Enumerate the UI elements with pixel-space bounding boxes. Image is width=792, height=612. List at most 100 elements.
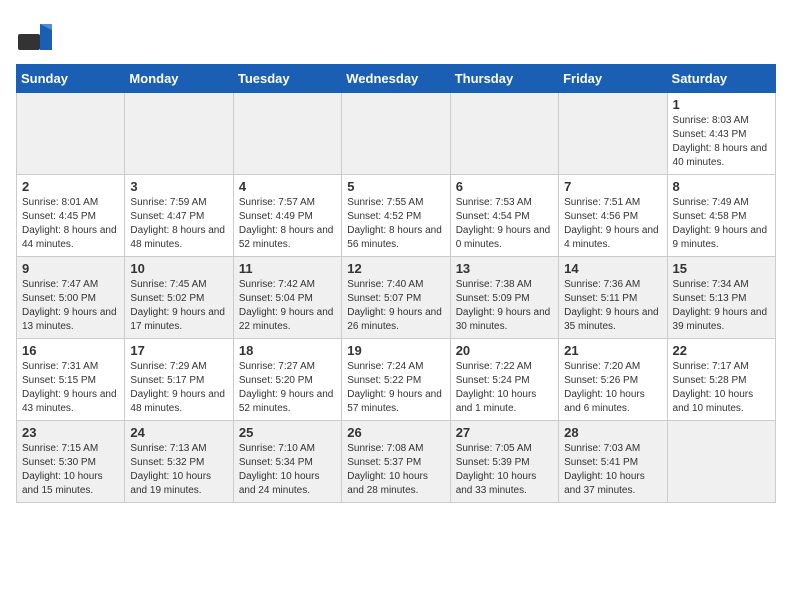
calendar-header-friday: Friday [559, 65, 667, 93]
day-info: Sunrise: 7:36 AM Sunset: 5:11 PM Dayligh… [564, 278, 661, 334]
calendar-cell: 28Sunrise: 7:03 AM Sunset: 5:41 PM Dayli… [559, 421, 667, 503]
calendar-cell: 10 Sunrise: 7:45 AM Sunset: 5:02 PM Dayli… [125, 257, 233, 339]
day-info: Sunrise: 7:15 AM Sunset: 5:30 PM Dayligh… [22, 442, 119, 498]
calendar-cell: 6 Sunrise: 7:53 AM Sunset: 4:54 PM Daylig… [450, 175, 558, 257]
day-number: 14 [564, 261, 661, 276]
calendar-cell: 11 Sunrise: 7:42 AM Sunset: 5:04 PM Dayli… [233, 257, 341, 339]
day-info: Sunrise: 7:55 AM Sunset: 4:52 PM Dayligh… [347, 196, 444, 252]
calendar-cell: 24 Sunrise: 7:13 AM Sunset: 5:32 PM Dayli… [125, 421, 233, 503]
calendar-header-tuesday: Tuesday [233, 65, 341, 93]
calendar-header-sunday: Sunday [17, 65, 125, 93]
day-info: Sunrise: 7:59 AM Sunset: 4:47 PM Dayligh… [130, 196, 227, 252]
calendar-table: SundayMondayTuesdayWednesdayThursdayFrid… [16, 64, 776, 503]
day-info: Sunrise: 7:17 AM Sunset: 5:28 PM Dayligh… [673, 360, 770, 416]
day-info: Sunrise: 7:53 AM Sunset: 4:54 PM Dayligh… [456, 196, 553, 252]
calendar-header-thursday: Thursday [450, 65, 558, 93]
day-info: Sunrise: 7:10 AM Sunset: 5:34 PM Dayligh… [239, 442, 336, 498]
day-number: 19 [347, 343, 444, 358]
calendar-cell [667, 421, 775, 503]
day-info: Sunrise: 7:47 AM Sunset: 5:00 PM Dayligh… [22, 278, 119, 334]
day-info: Sunrise: 7:08 AM Sunset: 5:37 PM Dayligh… [347, 442, 444, 498]
calendar-cell: 21 Sunrise: 7:20 AM Sunset: 5:26 PM Dayli… [559, 339, 667, 421]
calendar-cell: 26Sunrise: 7:08 AM Sunset: 5:37 PM Dayli… [342, 421, 450, 503]
calendar-cell: 15 Sunrise: 7:34 AM Sunset: 5:13 PM Dayli… [667, 257, 775, 339]
calendar-cell: 18 Sunrise: 7:27 AM Sunset: 5:20 PM Dayli… [233, 339, 341, 421]
calendar-cell: 9 Sunrise: 7:47 AM Sunset: 5:00 PM Daylig… [17, 257, 125, 339]
day-number: 28 [564, 425, 661, 440]
day-number: 8 [673, 179, 770, 194]
day-info: Sunrise: 7:22 AM Sunset: 5:24 PM Dayligh… [456, 360, 553, 416]
calendar-week-row: 1 Sunrise: 8:03 AM Sunset: 4:43 PM Daylig… [17, 93, 776, 175]
calendar-cell: 22 Sunrise: 7:17 AM Sunset: 5:28 PM Dayli… [667, 339, 775, 421]
day-info: Sunrise: 7:05 AM Sunset: 5:39 PM Dayligh… [456, 442, 553, 498]
day-number: 23 [22, 425, 119, 440]
day-number: 16 [22, 343, 119, 358]
calendar-cell: 5 Sunrise: 7:55 AM Sunset: 4:52 PM Daylig… [342, 175, 450, 257]
calendar-cell: 7 Sunrise: 7:51 AM Sunset: 4:56 PM Daylig… [559, 175, 667, 257]
day-info: Sunrise: 7:49 AM Sunset: 4:58 PM Dayligh… [673, 196, 770, 252]
day-number: 17 [130, 343, 227, 358]
day-info: Sunrise: 7:31 AM Sunset: 5:15 PM Dayligh… [22, 360, 119, 416]
day-number: 9 [22, 261, 119, 276]
day-number: 25 [239, 425, 336, 440]
day-number: 4 [239, 179, 336, 194]
calendar-cell: 20Sunrise: 7:22 AM Sunset: 5:24 PM Dayli… [450, 339, 558, 421]
calendar-cell: 16 Sunrise: 7:31 AM Sunset: 5:15 PM Dayli… [17, 339, 125, 421]
calendar-header-monday: Monday [125, 65, 233, 93]
calendar-week-row: 23 Sunrise: 7:15 AM Sunset: 5:30 PM Dayli… [17, 421, 776, 503]
day-info: Sunrise: 7:24 AM Sunset: 5:22 PM Dayligh… [347, 360, 444, 416]
day-info: Sunrise: 7:13 AM Sunset: 5:32 PM Dayligh… [130, 442, 227, 498]
day-number: 3 [130, 179, 227, 194]
day-number: 5 [347, 179, 444, 194]
page-header [16, 16, 776, 56]
day-info: Sunrise: 7:27 AM Sunset: 5:20 PM Dayligh… [239, 360, 336, 416]
calendar-cell: 27Sunrise: 7:05 AM Sunset: 5:39 PM Dayli… [450, 421, 558, 503]
day-info: Sunrise: 7:34 AM Sunset: 5:13 PM Dayligh… [673, 278, 770, 334]
day-info: Sunrise: 8:01 AM Sunset: 4:45 PM Dayligh… [22, 196, 119, 252]
calendar-cell: 1 Sunrise: 8:03 AM Sunset: 4:43 PM Daylig… [667, 93, 775, 175]
calendar-cell [125, 93, 233, 175]
calendar-cell: 23 Sunrise: 7:15 AM Sunset: 5:30 PM Dayli… [17, 421, 125, 503]
day-number: 7 [564, 179, 661, 194]
day-number: 6 [456, 179, 553, 194]
day-info: Sunrise: 7:38 AM Sunset: 5:09 PM Dayligh… [456, 278, 553, 334]
day-number: 10 [130, 261, 227, 276]
day-info: Sunrise: 7:51 AM Sunset: 4:56 PM Dayligh… [564, 196, 661, 252]
day-number: 21 [564, 343, 661, 358]
calendar-cell: 17Sunrise: 7:29 AM Sunset: 5:17 PM Dayli… [125, 339, 233, 421]
calendar-cell [17, 93, 125, 175]
day-info: Sunrise: 7:57 AM Sunset: 4:49 PM Dayligh… [239, 196, 336, 252]
calendar-cell [342, 93, 450, 175]
day-number: 11 [239, 261, 336, 276]
day-number: 18 [239, 343, 336, 358]
logo [16, 16, 60, 56]
calendar-header-wednesday: Wednesday [342, 65, 450, 93]
calendar-cell: 4 Sunrise: 7:57 AM Sunset: 4:49 PM Daylig… [233, 175, 341, 257]
calendar-cell [450, 93, 558, 175]
day-info: Sunrise: 7:20 AM Sunset: 5:26 PM Dayligh… [564, 360, 661, 416]
calendar-cell: 8 Sunrise: 7:49 AM Sunset: 4:58 PM Daylig… [667, 175, 775, 257]
calendar-cell: 12Sunrise: 7:40 AM Sunset: 5:07 PM Dayli… [342, 257, 450, 339]
day-number: 15 [673, 261, 770, 276]
calendar-week-row: 2 Sunrise: 8:01 AM Sunset: 4:45 PM Daylig… [17, 175, 776, 257]
calendar-header-row: SundayMondayTuesdayWednesdayThursdayFrid… [17, 65, 776, 93]
calendar-week-row: 9 Sunrise: 7:47 AM Sunset: 5:00 PM Daylig… [17, 257, 776, 339]
calendar-cell [559, 93, 667, 175]
calendar-cell: 25 Sunrise: 7:10 AM Sunset: 5:34 PM Dayli… [233, 421, 341, 503]
day-info: Sunrise: 8:03 AM Sunset: 4:43 PM Dayligh… [673, 114, 770, 170]
day-info: Sunrise: 7:40 AM Sunset: 5:07 PM Dayligh… [347, 278, 444, 334]
day-number: 2 [22, 179, 119, 194]
calendar-cell: 14 Sunrise: 7:36 AM Sunset: 5:11 PM Dayli… [559, 257, 667, 339]
day-info: Sunrise: 7:42 AM Sunset: 5:04 PM Dayligh… [239, 278, 336, 334]
day-number: 22 [673, 343, 770, 358]
calendar-cell: 2 Sunrise: 8:01 AM Sunset: 4:45 PM Daylig… [17, 175, 125, 257]
calendar-cell: 3 Sunrise: 7:59 AM Sunset: 4:47 PM Daylig… [125, 175, 233, 257]
calendar-cell [233, 93, 341, 175]
day-number: 1 [673, 97, 770, 112]
calendar-cell: 19 Sunrise: 7:24 AM Sunset: 5:22 PM Dayli… [342, 339, 450, 421]
day-info: Sunrise: 7:45 AM Sunset: 5:02 PM Dayligh… [130, 278, 227, 334]
calendar-cell: 13 Sunrise: 7:38 AM Sunset: 5:09 PM Dayli… [450, 257, 558, 339]
day-number: 24 [130, 425, 227, 440]
day-number: 13 [456, 261, 553, 276]
logo-icon [16, 16, 56, 56]
